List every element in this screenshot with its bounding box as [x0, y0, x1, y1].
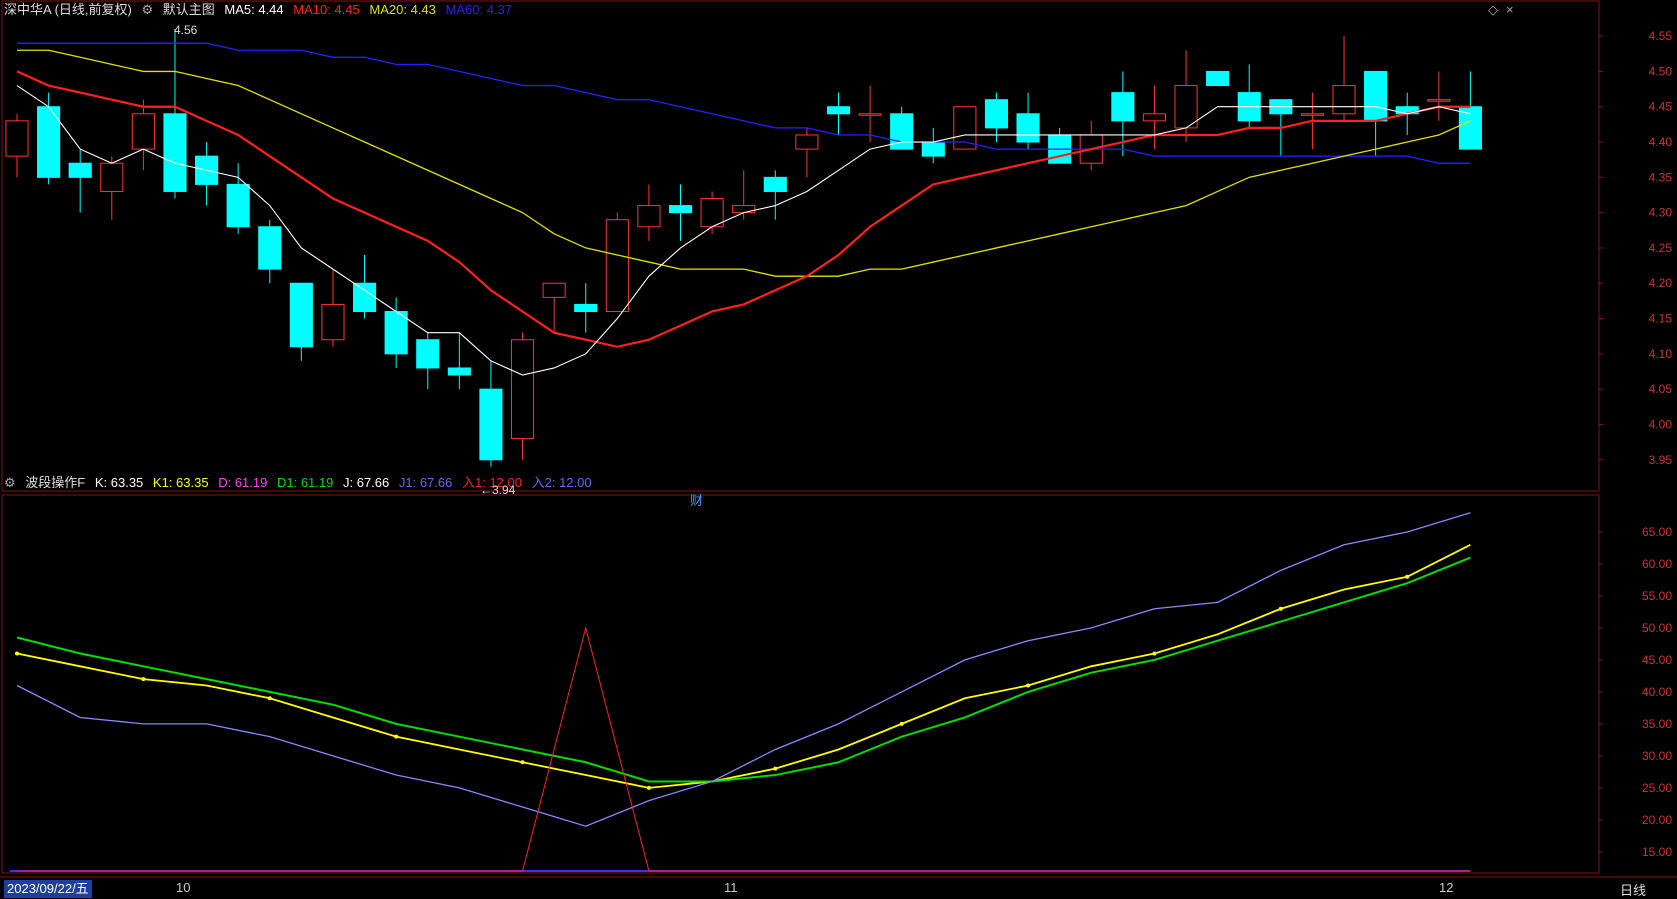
- candle-body[interactable]: [447, 367, 471, 376]
- candle-body[interactable]: [1206, 70, 1230, 87]
- sub-y-tick-label: 60.00: [1642, 557, 1672, 571]
- sub-y-tick-label: 45.00: [1642, 653, 1672, 667]
- candle-body[interactable]: [542, 282, 566, 298]
- sub-y-tick-label: 25.00: [1642, 781, 1672, 795]
- k-point: [1405, 574, 1410, 579]
- candle-body[interactable]: [605, 219, 629, 312]
- main-panel-frame: [1, 0, 1600, 492]
- candle-body[interactable]: [668, 205, 693, 214]
- y-tick-label: 4.30: [1649, 206, 1673, 220]
- y-tick-label: 4.15: [1649, 312, 1673, 326]
- k-point: [1278, 606, 1283, 611]
- candle-body[interactable]: [289, 282, 313, 348]
- candle-body[interactable]: [68, 162, 92, 178]
- entry-signal-line: [17, 625, 1471, 872]
- y-tick-label: 4.20: [1649, 276, 1673, 290]
- y-tick-label: 4.40: [1649, 135, 1673, 149]
- candle-body[interactable]: [858, 113, 882, 116]
- date-label: 2023/09/22/五: [4, 880, 92, 898]
- candle-body[interactable]: [5, 120, 29, 157]
- candle-body[interactable]: [352, 282, 377, 312]
- sub-y-tick-label: 35.00: [1642, 717, 1672, 731]
- k-point: [773, 766, 778, 771]
- candle-body[interactable]: [510, 339, 535, 440]
- y-tick-label: 3.95: [1649, 453, 1673, 467]
- k-point: [520, 760, 525, 765]
- candle-body[interactable]: [732, 205, 756, 214]
- candle-body[interactable]: [1427, 99, 1451, 102]
- month-label-11: 11: [724, 880, 738, 895]
- y-tick-label: 4.55: [1649, 29, 1673, 43]
- sub-y-tick-label: 50.00: [1642, 621, 1672, 635]
- sub-y-tick-label: 65.00: [1642, 525, 1672, 539]
- k-point: [141, 677, 146, 682]
- k-point: [267, 696, 272, 701]
- candle-body[interactable]: [637, 205, 661, 228]
- y-tick-label: 4.10: [1649, 347, 1673, 361]
- candle-body[interactable]: [258, 226, 282, 270]
- candle-body[interactable]: [100, 162, 124, 192]
- k-point: [899, 721, 904, 726]
- candle-body[interactable]: [574, 303, 598, 312]
- finance-marker[interactable]: 财: [690, 490, 703, 509]
- sub-y-tick-label: 40.00: [1642, 685, 1672, 699]
- candle-body[interactable]: [826, 106, 851, 115]
- candle-body[interactable]: [479, 388, 503, 461]
- sub-y-tick-label: 15.00: [1642, 845, 1672, 859]
- candle-body[interactable]: [1016, 113, 1040, 143]
- y-tick-label: 4.35: [1649, 170, 1673, 184]
- ma20-line: [17, 49, 1471, 277]
- k-line: [16, 543, 1471, 789]
- y-tick-label: 4.45: [1649, 100, 1673, 114]
- candle-body[interactable]: [1364, 70, 1388, 122]
- low-label: ←3.94: [480, 483, 516, 497]
- candle-body[interactable]: [163, 113, 187, 192]
- y-tick-label: 4.00: [1649, 417, 1673, 431]
- sub-y-tick-label: 55.00: [1642, 589, 1672, 603]
- stock-chart-window: 深中华A (日线,前复权) ⚙ 默认主图 MA5: 4.44 MA10: 4.4…: [0, 0, 1677, 899]
- candle-body[interactable]: [700, 198, 724, 228]
- k-point: [15, 651, 19, 656]
- candle-body[interactable]: [131, 113, 155, 150]
- candle-body[interactable]: [763, 176, 787, 192]
- chart-canvas[interactable]: 3.95 4.00 4.05 4.10 4.15 4.20 4.25 4.30 4.35 4.40…: [0, 0, 1677, 899]
- sub-y-tick-label: 30.00: [1642, 749, 1672, 763]
- candle-body[interactable]: [1332, 85, 1356, 115]
- candle-body[interactable]: [1142, 113, 1167, 122]
- k-point: [646, 785, 651, 790]
- month-label-10: 10: [176, 880, 191, 895]
- candle-body[interactable]: [226, 183, 250, 228]
- month-label-12: 12: [1439, 880, 1454, 895]
- y-tick-label: 4.50: [1649, 64, 1673, 78]
- candle-body[interactable]: [1300, 113, 1324, 116]
- k-point: [1152, 651, 1157, 656]
- k-point: [394, 734, 399, 739]
- candle-body[interactable]: [1111, 92, 1135, 122]
- candle-body[interactable]: [1174, 85, 1198, 129]
- candle-body[interactable]: [795, 134, 819, 150]
- candle-body[interactable]: [953, 106, 977, 150]
- y-tick-label: 4.05: [1649, 382, 1673, 396]
- candle-body[interactable]: [984, 99, 1009, 129]
- d-line: [16, 556, 1471, 783]
- candle-body[interactable]: [321, 303, 345, 341]
- candle-body[interactable]: [1458, 106, 1482, 150]
- high-label: 4.56: [174, 23, 198, 37]
- period-label[interactable]: 日线: [1620, 880, 1646, 899]
- sub-y-tick-label: 20.00: [1642, 813, 1672, 827]
- sub-panel-frame: [1, 494, 1600, 874]
- candle-body[interactable]: [384, 310, 408, 355]
- y-tick-label: 4.25: [1649, 241, 1673, 255]
- candle-body[interactable]: [416, 339, 440, 369]
- candle-body[interactable]: [921, 141, 945, 157]
- k-point: [1026, 683, 1031, 688]
